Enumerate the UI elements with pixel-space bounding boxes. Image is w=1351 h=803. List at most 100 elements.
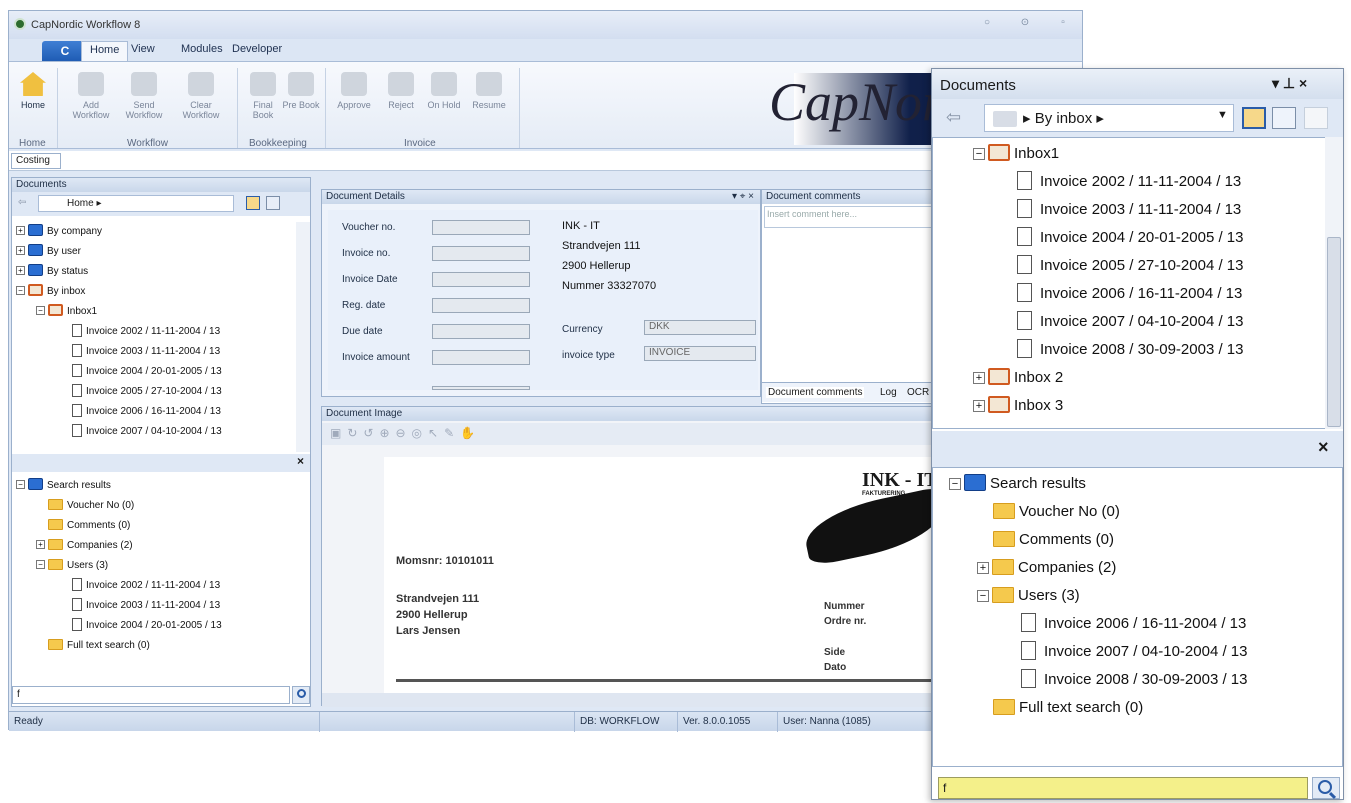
tree-node[interactable]: − Users (3): [949, 582, 1342, 610]
reject-button[interactable]: Reject: [381, 72, 421, 110]
collapse-icon[interactable]: −: [949, 478, 961, 490]
chevron-down-icon[interactable]: ▼: [1217, 109, 1228, 121]
tree-node[interactable]: + Inbox 3: [973, 392, 1326, 420]
tree-node[interactable]: − Users (3): [16, 556, 296, 576]
close-icon[interactable]: ×: [12, 454, 310, 472]
list-item[interactable]: Invoice 2004 / 20-01-2005 / 13: [16, 616, 296, 636]
expand-icon[interactable]: +: [16, 266, 25, 275]
close-icon[interactable]: ▫: [1055, 17, 1071, 31]
collapse-icon[interactable]: −: [16, 286, 25, 295]
tree-node[interactable]: − Search results: [949, 470, 1342, 498]
tree-node[interactable]: Full text search (0): [949, 694, 1342, 722]
resume-button[interactable]: Resume: [469, 72, 509, 110]
search-input[interactable]: f: [938, 777, 1308, 799]
tree-node[interactable]: − Inbox1: [16, 302, 296, 322]
list-view-icon[interactable]: [1272, 107, 1296, 129]
final-book-button[interactable]: Final Book: [243, 72, 283, 120]
list-item[interactable]: Full text search (0): [16, 636, 296, 656]
list-item[interactable]: Invoice 2006 / 16-11-2004 / 13: [973, 280, 1326, 308]
nav-path-combo[interactable]: Home ▸: [38, 195, 234, 212]
details-view-icon[interactable]: [246, 196, 260, 210]
search-input[interactable]: f: [12, 686, 290, 704]
collapse-icon[interactable]: −: [973, 148, 985, 160]
back-arrow-icon[interactable]: ⇦: [946, 107, 961, 128]
list-item[interactable]: Invoice 2007 / 04-10-2004 / 13: [16, 422, 296, 442]
details-view-icon[interactable]: [1242, 107, 1266, 129]
nav-path-combo[interactable]: ▸ By inbox ▸ ▼: [984, 104, 1234, 132]
back-arrow-icon[interactable]: ⇦: [18, 197, 26, 208]
list-item[interactable]: Invoice 2004 / 20-01-2005 / 13: [16, 362, 296, 382]
image-scrollbar[interactable]: [322, 693, 940, 707]
extra-field[interactable]: [432, 386, 530, 390]
tree-node[interactable]: + By user: [16, 242, 296, 262]
comment-input[interactable]: Insert comment here...: [764, 206, 936, 228]
due-date-field[interactable]: [432, 324, 530, 339]
currency-select[interactable]: DKK: [644, 320, 756, 335]
list-item[interactable]: Invoice 2002 / 11-11-2004 / 13: [16, 322, 296, 342]
scrollbar[interactable]: [1325, 137, 1343, 429]
approve-button[interactable]: Approve: [334, 72, 374, 110]
send-workflow-button[interactable]: Send Workflow: [124, 72, 164, 120]
list-item[interactable]: Invoice 2008 / 30-09-2003 / 13: [949, 666, 1342, 694]
invoice-amount-field[interactable]: [432, 350, 530, 365]
tree-node[interactable]: Comments (0): [949, 526, 1342, 554]
clear-workflow-button[interactable]: Clear Workflow: [181, 72, 221, 120]
minimize-icon[interactable]: ○: [979, 17, 995, 31]
reg-date-field[interactable]: [432, 298, 530, 313]
list-item[interactable]: Voucher No (0): [16, 496, 296, 516]
list-item[interactable]: Invoice 2002 / 11-11-2004 / 13: [973, 168, 1326, 196]
image-toolbar[interactable]: ▣↻↺⊕⊖◎↖✎✋: [322, 423, 940, 445]
scrollbar-thumb[interactable]: [1327, 237, 1341, 427]
tab-view[interactable]: View: [131, 43, 155, 55]
close-icon[interactable]: ×: [1318, 437, 1329, 458]
tab-log[interactable]: Log: [880, 387, 897, 398]
tree-node[interactable]: + Companies (2): [16, 536, 296, 556]
invoice-date-field[interactable]: [432, 272, 530, 287]
tree-node[interactable]: + Inbox 2: [973, 364, 1326, 392]
list-view-icon[interactable]: [266, 196, 280, 210]
expand-icon[interactable]: +: [973, 400, 985, 412]
list-item[interactable]: Invoice 2006 / 16-11-2004 / 13: [16, 402, 296, 422]
tree-node[interactable]: − Search results: [16, 476, 296, 496]
collapse-icon[interactable]: −: [36, 560, 45, 569]
list-item[interactable]: Invoice 2003 / 11-11-2004 / 13: [973, 196, 1326, 224]
list-item[interactable]: Invoice 2007 / 04-10-2004 / 13: [949, 638, 1342, 666]
search-button[interactable]: [1312, 777, 1340, 799]
expand-icon[interactable]: +: [36, 540, 45, 549]
panel-controls-icon[interactable]: ▾ ⌖ ×: [732, 190, 760, 204]
collapse-icon[interactable]: −: [36, 306, 45, 315]
search-button[interactable]: [292, 686, 310, 704]
tree-node[interactable]: Voucher No (0): [949, 498, 1342, 526]
pin-icon[interactable]: ▾ ⊥ ×: [1272, 75, 1307, 92]
tab-document-comments[interactable]: Document comments: [766, 387, 865, 398]
expand-icon[interactable]: +: [16, 226, 25, 235]
tab-ocr[interactable]: OCR: [907, 387, 929, 398]
invoice-type-select[interactable]: INVOICE: [644, 346, 756, 361]
home-button[interactable]: Home: [13, 72, 53, 110]
tab-home[interactable]: Home: [81, 41, 129, 62]
expand-icon[interactable]: +: [16, 246, 25, 255]
thumbnail-view-icon[interactable]: [1304, 107, 1328, 129]
tree-node[interactable]: + Companies (2): [949, 554, 1342, 582]
tab-developer[interactable]: Developer: [232, 43, 282, 55]
list-item[interactable]: Invoice 2007 / 04-10-2004 / 13: [973, 308, 1326, 336]
list-item[interactable]: Invoice 2008 / 30-09-2003 / 13: [973, 336, 1326, 364]
tree-node[interactable]: + By company: [16, 222, 296, 242]
tab-modules[interactable]: Modules: [181, 43, 223, 55]
add-workflow-button[interactable]: Add Workflow: [71, 72, 111, 120]
voucher-no-field[interactable]: [432, 220, 530, 235]
list-item[interactable]: Invoice 2004 / 20-01-2005 / 13: [973, 224, 1326, 252]
costing-tab[interactable]: Costing: [11, 153, 61, 169]
collapse-icon[interactable]: −: [16, 480, 25, 489]
invoice-no-field[interactable]: [432, 246, 530, 261]
list-item[interactable]: Invoice 2002 / 11-11-2004 / 13: [16, 576, 296, 596]
tree-node[interactable]: + By status: [16, 262, 296, 282]
tree-node[interactable]: − Inbox1: [973, 140, 1326, 168]
list-item[interactable]: Invoice 2003 / 11-11-2004 / 13: [16, 342, 296, 362]
expand-icon[interactable]: +: [973, 372, 985, 384]
list-item[interactable]: Invoice 2003 / 11-11-2004 / 13: [16, 596, 296, 616]
scrollbar[interactable]: [296, 222, 310, 452]
expand-icon[interactable]: +: [977, 562, 989, 574]
list-item[interactable]: Invoice 2006 / 16-11-2004 / 13: [949, 610, 1342, 638]
list-item[interactable]: Invoice 2005 / 27-10-2004 / 13: [16, 382, 296, 402]
